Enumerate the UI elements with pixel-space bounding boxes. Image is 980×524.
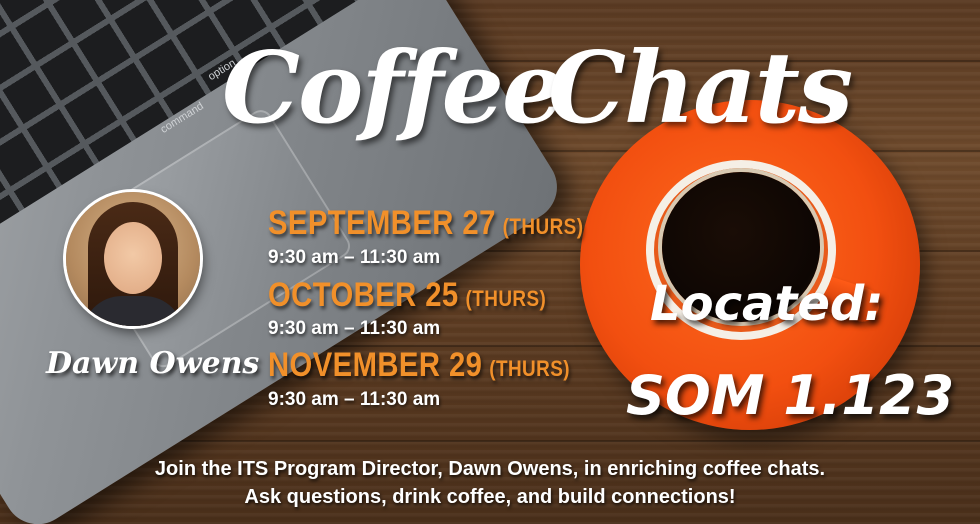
location-label: Located: xyxy=(650,276,884,332)
session-day: (THURS) xyxy=(489,356,571,381)
session-date: NOVEMBER 29 (THURS) xyxy=(268,346,570,385)
session-date-text: NOVEMBER 29 xyxy=(268,346,483,384)
session-date: OCTOBER 25 (THURS) xyxy=(268,276,546,315)
host-avatar xyxy=(66,192,200,326)
title-word-chats: Chats xyxy=(548,31,853,146)
session-day: (THURS) xyxy=(502,214,584,239)
session-day: (THURS) xyxy=(465,286,547,311)
session-time: 9:30 am – 11:30 am xyxy=(268,389,441,410)
session-date-text: SEPTEMBER 27 xyxy=(268,204,496,242)
location-room: SOM 1.123 xyxy=(626,364,955,427)
host-name: Dawn Owens xyxy=(46,346,260,381)
session-time: 9:30 am – 11:30 am xyxy=(268,247,441,268)
flyer-canvas: command option Coffee Chats Dawn Owens S… xyxy=(0,0,980,524)
session-date: SEPTEMBER 27 (THURS) xyxy=(268,204,583,243)
avatar-face xyxy=(104,222,162,294)
footer-line-2: Ask questions, drink coffee, and build c… xyxy=(244,486,736,508)
footer-line-1: Join the ITS Program Director, Dawn Owen… xyxy=(154,458,826,480)
title-word-coffee: Coffee xyxy=(222,31,564,146)
session-date-text: OCTOBER 25 xyxy=(268,276,459,314)
session-time: 9:30 am – 11:30 am xyxy=(268,318,441,339)
